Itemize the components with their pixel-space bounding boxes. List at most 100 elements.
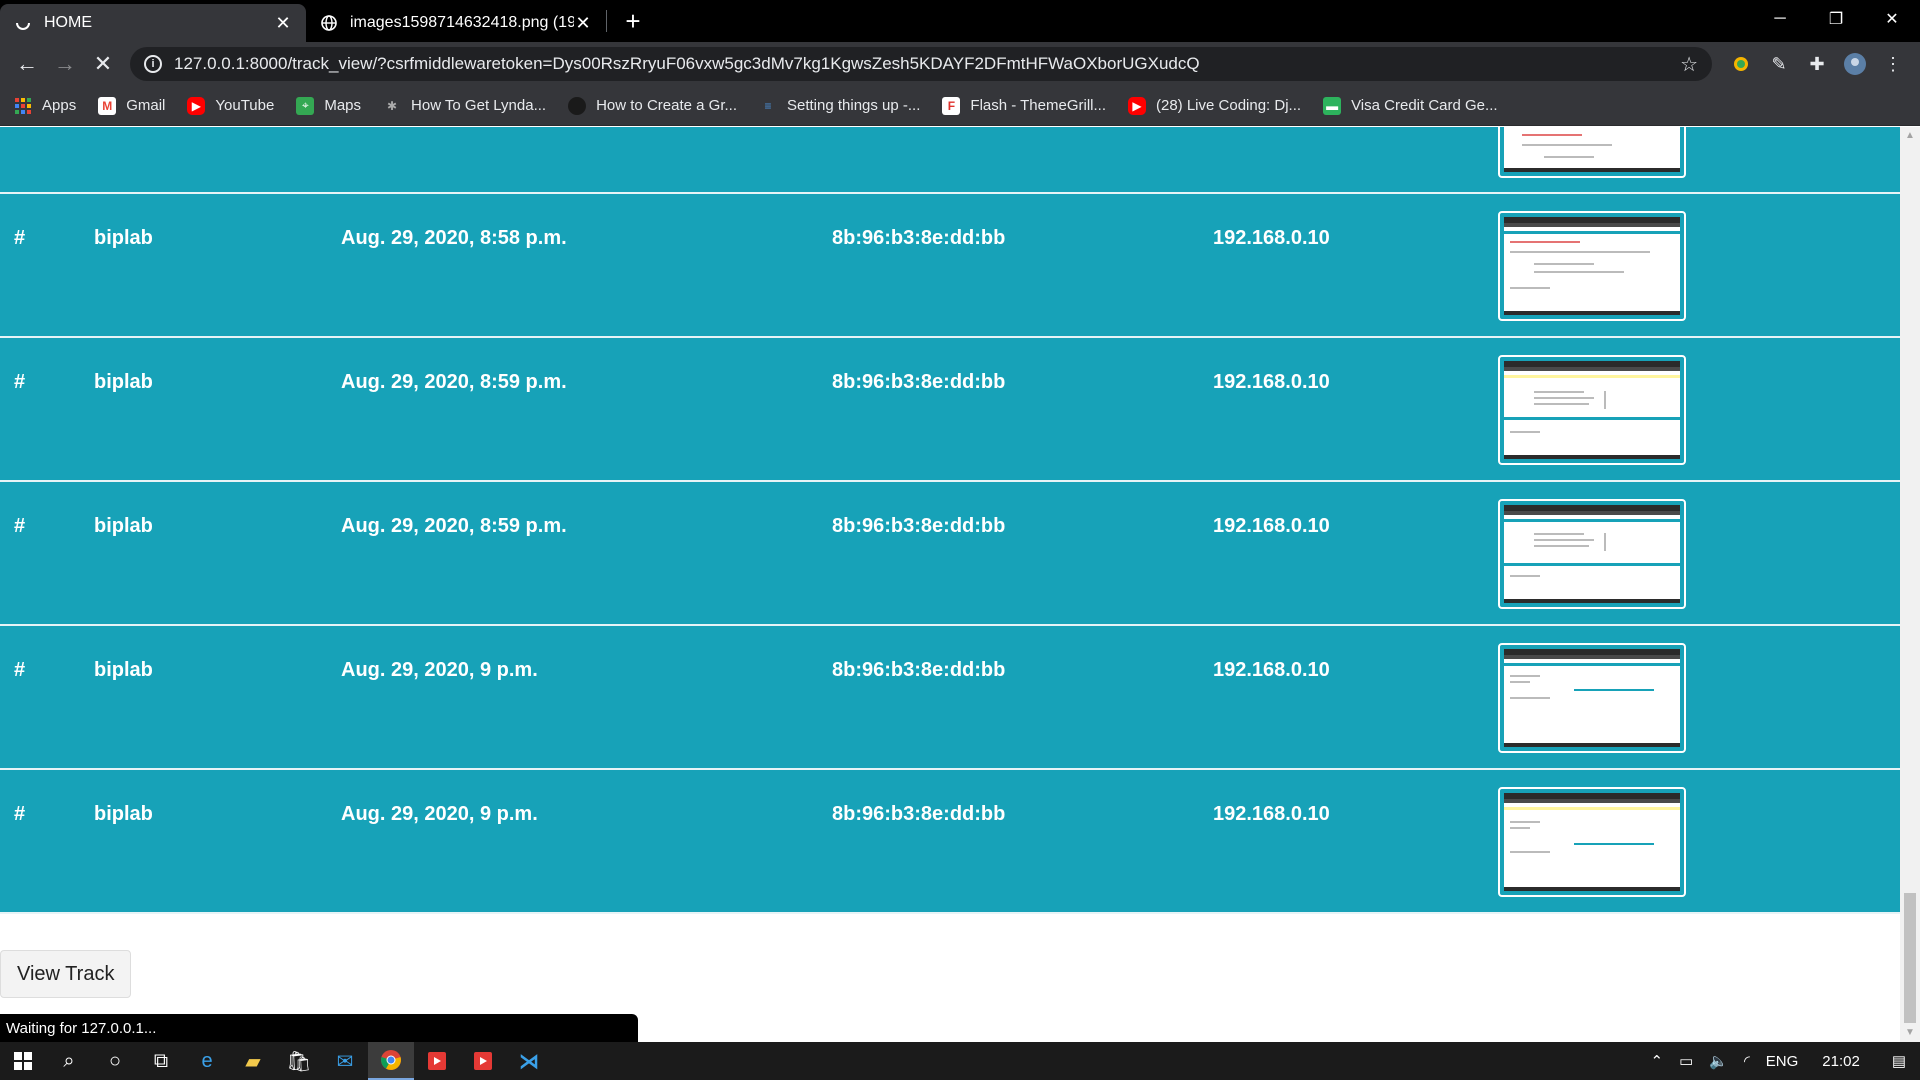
row-hash[interactable]: # xyxy=(14,515,25,538)
battery-icon[interactable]: ▭ xyxy=(1679,1052,1693,1070)
view-track-button[interactable]: View Track xyxy=(0,950,132,998)
bookmark-lynda[interactable]: ✱ How To Get Lynda... xyxy=(383,97,546,115)
extension-color-icon[interactable] xyxy=(1722,45,1760,83)
edge-icon[interactable]: e xyxy=(184,1042,230,1080)
notifications-icon[interactable]: ▤ xyxy=(1892,1052,1906,1070)
page-content: # biplab Aug. 29, 2020, 8:58 p.m. 8b:96:… xyxy=(0,127,1900,1042)
app-red-icon[interactable] xyxy=(414,1042,460,1080)
mail-icon[interactable]: ✉ xyxy=(322,1042,368,1080)
tab-image[interactable]: images1598714632418.png (192 ✕ xyxy=(306,4,606,42)
track-table: # biplab Aug. 29, 2020, 8:58 p.m. 8b:96:… xyxy=(0,127,1900,914)
screenshot-image xyxy=(1504,505,1680,603)
bars-icon: ≡ xyxy=(764,98,772,113)
row-date: Aug. 29, 2020, 9 p.m. xyxy=(341,803,538,825)
file-explorer-icon[interactable]: ▰ xyxy=(230,1042,276,1080)
bookmark-label: Gmail xyxy=(126,97,166,114)
row-ip: 192.168.0.10 xyxy=(1213,371,1330,393)
app-red-icon-2[interactable] xyxy=(460,1042,506,1080)
scroll-down-icon[interactable]: ▼ xyxy=(1900,1024,1920,1042)
windows-taskbar: ⌕ ○ ⧉ e ▰ 🛍 ✉ ⋊ ⌃ ▭ 🔈 ◜ ENG 21:02 ▤ xyxy=(0,1042,1920,1080)
screenshot-thumbnail[interactable] xyxy=(1498,355,1686,465)
screenshot-thumbnail[interactable] xyxy=(1498,127,1686,178)
stop-loading-icon[interactable]: ✕ xyxy=(84,45,122,83)
cortana-icon[interactable]: ○ xyxy=(92,1042,138,1080)
screenshot-thumbnail[interactable] xyxy=(1498,787,1686,897)
extensions-puzzle-icon[interactable]: ✚ xyxy=(1798,45,1836,83)
bookmark-label: (28) Live Coding: Dj... xyxy=(1156,97,1302,114)
bookmark-label: Apps xyxy=(42,97,77,114)
bookmark-live-coding[interactable]: ▶ (28) Live Coding: Dj... xyxy=(1128,96,1302,115)
back-icon[interactable]: ← xyxy=(8,45,46,83)
vscode-icon[interactable]: ⋊ xyxy=(506,1042,552,1080)
restore-icon[interactable]: ❐ xyxy=(1808,0,1864,38)
windows-start-icon[interactable] xyxy=(0,1042,46,1080)
screenshot-image xyxy=(1504,217,1680,315)
screenshot-image xyxy=(1504,793,1680,891)
tab-title: images1598714632418.png (192 xyxy=(350,14,574,31)
tab-separator xyxy=(606,10,607,32)
extension-pen-icon[interactable]: ✎ xyxy=(1760,45,1798,83)
scroll-up-icon[interactable]: ▲ xyxy=(1900,127,1920,145)
table-row: # biplab Aug. 29, 2020, 8:59 p.m. 8b:96:… xyxy=(0,338,1900,482)
row-date: Aug. 29, 2020, 8:59 p.m. xyxy=(341,371,567,393)
page-scrollbar[interactable]: ▲ ▼ xyxy=(1900,127,1920,1042)
bookmark-visa[interactable]: ▬ Visa Credit Card Ge... xyxy=(1323,96,1498,115)
bookmark-maps[interactable]: ⌖ Maps xyxy=(296,96,362,115)
tab-close-icon[interactable]: ✕ xyxy=(574,14,592,32)
menu-kebab-icon[interactable]: ⋮ xyxy=(1874,45,1912,83)
site-info-icon[interactable]: i xyxy=(144,55,162,73)
bookmark-star-icon[interactable]: ☆ xyxy=(1680,52,1698,77)
status-bubble: Waiting for 127.0.0.1... xyxy=(0,1014,638,1042)
task-view-icon[interactable]: ⧉ xyxy=(138,1042,184,1080)
row-ip: 192.168.0.10 xyxy=(1213,659,1330,681)
table-row xyxy=(0,127,1900,194)
bookmark-how-to-create[interactable]: How to Create a Gr... xyxy=(568,96,737,115)
address-bar[interactable]: i 127.0.0.1:8000/track_view/?csrfmiddlew… xyxy=(130,47,1712,81)
chrome-icon[interactable] xyxy=(368,1042,414,1080)
url-text[interactable]: 127.0.0.1:8000/track_view/?csrfmiddlewar… xyxy=(174,54,1672,74)
table-row: # biplab Aug. 29, 2020, 8:59 p.m. 8b:96:… xyxy=(0,482,1900,626)
row-user: biplab xyxy=(94,659,153,681)
search-icon[interactable]: ⌕ xyxy=(46,1042,92,1080)
tab-home[interactable]: HOME ✕ xyxy=(0,4,306,42)
row-date: Aug. 29, 2020, 8:59 p.m. xyxy=(341,515,567,537)
store-icon[interactable]: 🛍 xyxy=(276,1042,322,1080)
maps-icon: ⌖ xyxy=(296,96,315,115)
row-hash[interactable]: # xyxy=(14,659,25,682)
bookmark-label: How To Get Lynda... xyxy=(411,97,547,114)
tab-close-icon[interactable]: ✕ xyxy=(274,14,292,32)
window-controls: ─ ❐ ✕ xyxy=(1752,0,1920,38)
table-row: # biplab Aug. 29, 2020, 9 p.m. 8b:96:b3:… xyxy=(0,770,1900,914)
profile-avatar-icon[interactable] xyxy=(1836,45,1874,83)
bookmark-label: Flash - ThemeGrill... xyxy=(970,97,1106,114)
row-hash[interactable]: # xyxy=(14,803,25,826)
bookmark-setting-things-up[interactable]: ≡ Setting things up -... xyxy=(759,97,920,115)
clock[interactable]: 21:02 xyxy=(1822,1053,1860,1070)
minimize-icon[interactable]: ─ xyxy=(1752,0,1808,38)
youtube-icon: ▶ xyxy=(1128,96,1146,115)
screenshot-image xyxy=(1504,649,1680,747)
new-tab-button[interactable]: + xyxy=(615,3,651,39)
row-ip: 192.168.0.10 xyxy=(1213,803,1330,825)
bookmark-gmail[interactable]: M Gmail xyxy=(98,96,166,115)
screenshot-thumbnail[interactable] xyxy=(1498,499,1686,609)
row-hash[interactable]: # xyxy=(14,227,25,250)
bookmark-youtube[interactable]: ▶ YouTube xyxy=(187,96,274,115)
bookmarks-bar: Apps M Gmail ▶ YouTube ⌖ Maps ✱ How To G… xyxy=(0,86,1920,126)
screenshot-thumbnail[interactable] xyxy=(1498,211,1686,321)
chevron-up-icon[interactable]: ⌃ xyxy=(1650,1052,1663,1070)
system-tray: ⌃ ▭ 🔈 ◜ ENG 21:02 ▤ xyxy=(1642,1042,1920,1080)
row-date: Aug. 29, 2020, 8:58 p.m. xyxy=(341,227,567,249)
forward-icon[interactable]: → xyxy=(46,45,84,83)
wifi-icon[interactable]: ◜ xyxy=(1744,1052,1750,1070)
row-user: biplab xyxy=(94,371,153,393)
volume-icon[interactable]: 🔈 xyxy=(1709,1052,1728,1070)
screenshot-thumbnail[interactable] xyxy=(1498,643,1686,753)
row-hash[interactable]: # xyxy=(14,371,25,394)
bookmark-label: Maps xyxy=(324,97,362,114)
close-window-icon[interactable]: ✕ xyxy=(1864,0,1920,38)
bookmark-apps[interactable]: Apps xyxy=(14,97,76,115)
language-indicator[interactable]: ENG xyxy=(1766,1053,1799,1070)
scrollbar-thumb[interactable] xyxy=(1904,893,1916,1023)
bookmark-flash[interactable]: F Flash - ThemeGrill... xyxy=(942,96,1106,115)
